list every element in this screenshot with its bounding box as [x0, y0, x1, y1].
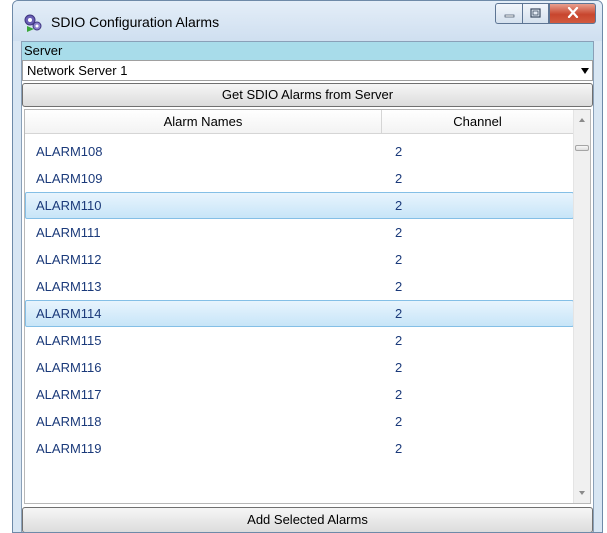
channel-cell: 2 [395, 198, 403, 213]
gears-icon [23, 13, 43, 33]
scroll-down-icon[interactable] [579, 491, 585, 495]
table-row[interactable]: ALARM113 2 [25, 273, 574, 300]
alarm-name-cell: ALARM115 [36, 333, 102, 348]
alarm-name-cell: ALARM114 [36, 306, 102, 321]
get-alarms-button[interactable]: Get SDIO Alarms from Server [22, 83, 593, 107]
server-label: Server [22, 42, 593, 60]
minimize-button[interactable] [495, 3, 522, 24]
app-window: SDIO Configuration Alarms Server Network… [12, 0, 603, 533]
table-row[interactable]: ALARM118 2 [25, 408, 574, 435]
channel-cell: 2 [395, 333, 403, 348]
alarm-name-cell: ALARM117 [36, 387, 102, 402]
grid-rows: ALARM108 2 ALARM109 2 ALARM110 2 ALARM111 2 ALAR… [25, 138, 574, 462]
server-dropdown-value: Network Server 1 [27, 63, 128, 78]
title-bar[interactable]: SDIO Configuration Alarms [13, 1, 602, 41]
table-row[interactable]: ALARM114 2 [25, 300, 574, 327]
chevron-down-icon[interactable] [581, 68, 589, 74]
table-row[interactable]: ALARM116 2 [25, 354, 574, 381]
client-area: Server Network Server 1 Get SDIO Alarms … [21, 41, 594, 532]
scroll-up-icon[interactable] [579, 118, 585, 122]
table-row[interactable]: ALARM115 2 [25, 327, 574, 354]
alarms-grid: Alarm Names Channel ALARM108 2 ALARM109 2 AL… [24, 109, 591, 504]
close-button[interactable] [549, 3, 596, 24]
channel-cell: 2 [395, 252, 403, 267]
column-header-alarm-names[interactable]: Alarm Names [25, 110, 382, 133]
table-row[interactable]: ALARM117 2 [25, 381, 574, 408]
channel-cell: 2 [395, 387, 403, 402]
alarm-name-cell: ALARM112 [36, 252, 102, 267]
channel-cell: 2 [395, 171, 403, 186]
alarm-name-cell: ALARM113 [36, 279, 102, 294]
minimize-icon [504, 5, 515, 23]
channel-cell: 2 [395, 144, 403, 159]
add-selected-alarms-button[interactable]: Add Selected Alarms [22, 507, 593, 532]
grid-header: Alarm Names Channel [25, 110, 573, 134]
channel-cell: 2 [395, 225, 403, 240]
maximize-button[interactable] [522, 3, 549, 24]
scrollbar-thumb[interactable] [575, 145, 589, 151]
table-row[interactable]: ALARM111 2 [25, 219, 574, 246]
table-row[interactable]: ALARM109 2 [25, 165, 574, 192]
alarm-name-cell: ALARM110 [36, 198, 102, 213]
caption-buttons [495, 3, 596, 24]
maximize-icon [530, 5, 541, 23]
channel-cell: 2 [395, 360, 403, 375]
alarm-name-cell: ALARM118 [36, 414, 102, 429]
alarm-name-cell: ALARM111 [36, 225, 101, 240]
channel-cell: 2 [395, 279, 403, 294]
alarm-name-cell: ALARM109 [36, 171, 103, 186]
alarm-name-cell: ALARM119 [36, 441, 102, 456]
alarm-name-cell: ALARM108 [36, 144, 103, 159]
table-row[interactable]: ALARM108 2 [25, 138, 574, 165]
vertical-scrollbar[interactable] [573, 110, 590, 503]
table-row[interactable]: ALARM119 2 [25, 435, 574, 462]
alarm-name-cell: ALARM116 [36, 360, 102, 375]
table-row[interactable]: ALARM110 2 [25, 192, 574, 219]
channel-cell: 2 [395, 414, 403, 429]
server-dropdown[interactable]: Network Server 1 [22, 60, 593, 81]
close-icon [567, 5, 579, 23]
channel-cell: 2 [395, 306, 403, 321]
window-title: SDIO Configuration Alarms [51, 14, 220, 30]
channel-cell: 2 [395, 441, 403, 456]
table-row[interactable]: ALARM112 2 [25, 246, 574, 273]
column-header-channel[interactable]: Channel [382, 110, 573, 133]
